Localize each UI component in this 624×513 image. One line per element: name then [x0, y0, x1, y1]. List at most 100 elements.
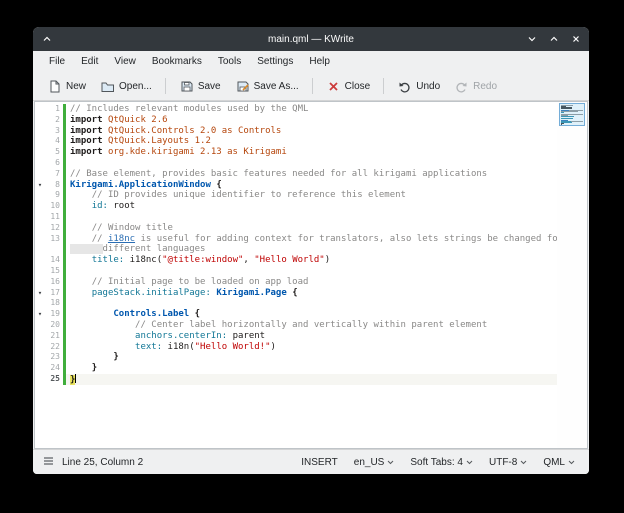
code-text[interactable]: // Initial page to be loaded on app load [66, 277, 557, 288]
code-line[interactable]: ▾8Kirigami.ApplicationWindow { [35, 180, 557, 191]
line-number[interactable]: 21 [45, 331, 62, 342]
minimize-button[interactable] [527, 34, 537, 44]
line-number[interactable]: 16 [45, 277, 62, 288]
code-line[interactable]: 21 anchors.centerIn: parent [35, 331, 557, 342]
dictionary-selector[interactable]: en_US [354, 457, 395, 468]
code-text[interactable]: text: i18n("Hello World!") [66, 342, 557, 353]
line-number[interactable]: 2 [45, 115, 62, 126]
code-text[interactable]: import QtQuick.Layouts 1.2 [66, 136, 557, 147]
tab-mode-selector[interactable]: Soft Tabs: 4 [410, 457, 473, 468]
code-text[interactable]: title: i18nc("@title:window", "Hello Wor… [66, 255, 557, 266]
scrollbar-track[interactable] [557, 102, 587, 448]
line-number[interactable]: 10 [45, 201, 62, 212]
code-line[interactable]: 25} [35, 374, 557, 385]
menu-item-file[interactable]: File [41, 53, 73, 70]
code-line[interactable]: ▾17 pageStack.initialPage: Kirigami.Page… [35, 288, 557, 299]
undo-button[interactable]: Undo [391, 76, 446, 97]
code-text[interactable]: import QtQuick.Controls 2.0 as Controls [66, 126, 557, 137]
menu-item-tools[interactable]: Tools [210, 53, 249, 70]
close-document-button[interactable]: Close [320, 76, 377, 97]
statusbar-menu-icon[interactable] [43, 456, 54, 469]
code-text[interactable]: id: root [66, 201, 557, 212]
line-number[interactable]: 5 [45, 147, 62, 158]
line-number[interactable]: 13 [45, 234, 62, 245]
line-number[interactable]: 23 [45, 352, 62, 363]
code-line[interactable]: different languages [35, 244, 557, 255]
encoding-selector[interactable]: UTF-8 [489, 457, 527, 468]
code-line[interactable]: 10 id: root [35, 201, 557, 212]
code-line[interactable]: 20 // Center label horizontally and vert… [35, 320, 557, 331]
line-number[interactable]: 12 [45, 223, 62, 234]
code-text[interactable]: // i18nc is useful for adding context fo… [66, 234, 557, 245]
code-text[interactable] [66, 266, 557, 277]
line-number[interactable]: 4 [45, 136, 62, 147]
code-line[interactable]: 14 title: i18nc("@title:window", "Hello … [35, 255, 557, 266]
line-number[interactable]: 19 [45, 309, 62, 320]
code-text[interactable]: Controls.Label { [66, 309, 557, 320]
code-text[interactable]: Kirigami.ApplicationWindow { [66, 180, 557, 191]
code-line[interactable]: 13 // i18nc is useful for adding context… [35, 234, 557, 245]
code-line[interactable]: 6 [35, 158, 557, 169]
save-button[interactable]: Save [173, 76, 227, 97]
scrollbar-minimap[interactable] [559, 103, 585, 126]
code-text[interactable]: // Includes relevant modules used by the… [66, 104, 557, 115]
syntax-mode-selector[interactable]: QML [543, 457, 575, 468]
code-line[interactable]: 15 [35, 266, 557, 277]
menu-item-settings[interactable]: Settings [249, 53, 301, 70]
fold-marker-icon[interactable]: ▾ [35, 309, 45, 320]
line-number[interactable]: 18 [45, 298, 62, 309]
code-line[interactable]: 4 import QtQuick.Layouts 1.2 [35, 136, 557, 147]
maximize-button[interactable] [549, 34, 559, 44]
code-text[interactable]: // Window title [66, 223, 557, 234]
insert-mode[interactable]: INSERT [301, 457, 338, 468]
code-text[interactable]: // Center label horizontally and vertica… [66, 320, 557, 331]
line-number[interactable] [45, 244, 62, 255]
close-button[interactable] [571, 34, 581, 44]
titlebar[interactable]: main.qml — KWrite [33, 27, 589, 51]
code-line[interactable]: ▾19 Controls.Label { [35, 309, 557, 320]
minimap-visible-region[interactable] [560, 104, 584, 125]
new-button[interactable]: New [41, 76, 92, 97]
code-text[interactable] [66, 158, 557, 169]
line-number[interactable]: 9 [45, 190, 62, 201]
menu-item-help[interactable]: Help [301, 53, 338, 70]
line-number[interactable]: 14 [45, 255, 62, 266]
save-as-button[interactable]: Save As... [229, 76, 305, 97]
line-number[interactable]: 24 [45, 363, 62, 374]
line-number[interactable]: 25 [45, 374, 62, 385]
code-line[interactable]: 1 // Includes relevant modules used by th… [35, 104, 557, 115]
code-line[interactable]: 7// Base element, provides basic feature… [35, 169, 557, 180]
code-text[interactable]: } [66, 352, 557, 363]
line-number[interactable]: 17 [45, 288, 62, 299]
code-line[interactable]: 12 // Window title [35, 223, 557, 234]
code-line[interactable]: 18 [35, 298, 557, 309]
code-text[interactable]: import QtQuick 2.6 [66, 115, 557, 126]
code-line[interactable]: 2 import QtQuick 2.6 [35, 115, 557, 126]
code-text[interactable]: different languages [66, 244, 557, 255]
code-line[interactable]: 16 // Initial page to be loaded on app l… [35, 277, 557, 288]
code-line[interactable]: 23 } [35, 352, 557, 363]
line-number[interactable]: 15 [45, 266, 62, 277]
menu-item-bookmarks[interactable]: Bookmarks [144, 53, 210, 70]
code-text[interactable]: pageStack.initialPage: Kirigami.Page { [66, 288, 557, 299]
fold-marker-icon[interactable]: ▾ [35, 180, 45, 191]
line-number[interactable]: 6 [45, 158, 62, 169]
code-line[interactable]: 5import org.kde.kirigami 2.13 as Kirigam… [35, 147, 557, 158]
code-area[interactable]: 1 // Includes relevant modules used by th… [35, 102, 557, 448]
code-line[interactable]: 11 [35, 212, 557, 223]
code-line[interactable]: 9 // ID provides unique identifier to re… [35, 190, 557, 201]
code-text[interactable]: } [66, 374, 557, 385]
menu-item-view[interactable]: View [106, 53, 144, 70]
code-text[interactable]: // Base element, provides basic features… [66, 169, 557, 180]
line-number[interactable]: 1 [45, 104, 62, 115]
line-number[interactable]: 11 [45, 212, 62, 223]
code-line[interactable]: 24 } [35, 363, 557, 374]
line-number[interactable]: 3 [45, 126, 62, 137]
line-number[interactable]: 22 [45, 342, 62, 353]
open-button[interactable]: Open... [94, 76, 158, 97]
code-text[interactable]: anchors.centerIn: parent [66, 331, 557, 342]
cursor-position[interactable]: Line 25, Column 2 [62, 457, 143, 468]
redo-button[interactable]: Redo [448, 76, 503, 97]
keep-above-icon[interactable] [42, 34, 52, 44]
line-number[interactable]: 20 [45, 320, 62, 331]
